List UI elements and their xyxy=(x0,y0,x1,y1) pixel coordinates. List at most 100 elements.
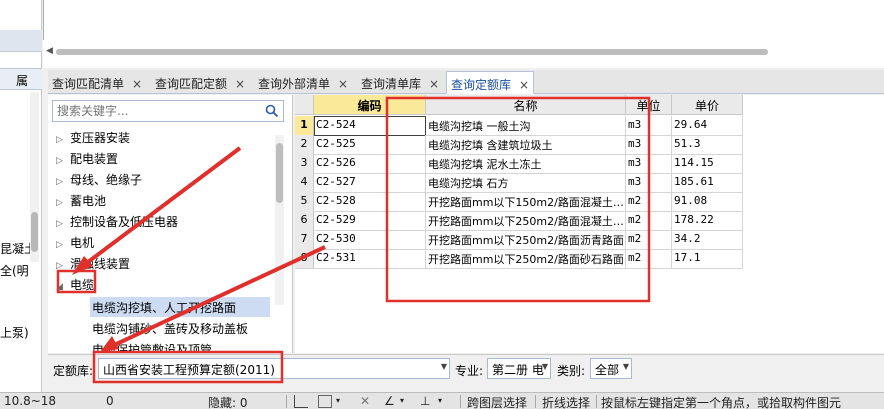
cell-name[interactable]: 电缆沟挖填 含建筑垃圾土 xyxy=(426,135,626,155)
cell-code[interactable]: C2-529 xyxy=(314,211,426,231)
cell-unit[interactable]: m3 xyxy=(626,135,672,155)
cell-code[interactable]: C2-525 xyxy=(314,135,426,155)
tree-child-cable-trench-dig[interactable]: 电缆沟挖填、人工开挖路面 xyxy=(90,297,270,317)
close-icon[interactable]: × xyxy=(338,77,348,91)
cell-code[interactable]: C2-526 xyxy=(314,154,426,174)
cell-unit[interactable]: m3 xyxy=(626,154,672,174)
tree-item-busbar[interactable]: ▷ 母线、绝缘子 xyxy=(56,171,142,191)
search-input[interactable] xyxy=(53,101,259,121)
row-number[interactable]: 2 xyxy=(295,135,314,155)
expand-triangle-icon[interactable]: ▷ xyxy=(56,135,70,145)
row-number[interactable]: 4 xyxy=(295,173,314,193)
cell-price[interactable]: 114.15 xyxy=(672,154,743,174)
collapse-triangle-icon[interactable]: ◢ xyxy=(56,282,70,292)
cell-unit[interactable]: m2 xyxy=(626,211,672,231)
cell-name[interactable]: 开挖路面mm以下250m2/路面沥青路面 xyxy=(426,230,626,250)
span-layer-select-toggle[interactable]: 跨图层选择 xyxy=(467,394,527,409)
cell-code[interactable]: C2-530 xyxy=(314,230,426,250)
chevron-down-icon[interactable]: ▼ xyxy=(542,362,548,371)
cell-name[interactable]: 开挖路面mm以下150m2/路面混凝土… xyxy=(426,192,626,212)
cell-price[interactable]: 178.22 xyxy=(672,211,743,231)
tree-scrollbar[interactable] xyxy=(275,135,284,305)
left-strip-scroll-thumb[interactable] xyxy=(31,212,38,252)
cell-price[interactable]: 17.1 xyxy=(672,249,743,269)
row-number[interactable]: 7 xyxy=(295,230,314,250)
column-header-code[interactable]: 编码 xyxy=(314,95,426,115)
close-icon[interactable]: × xyxy=(235,77,245,91)
cell-name[interactable]: 电缆沟挖填 泥水土冻土 xyxy=(426,154,626,174)
tree-item-battery[interactable]: ▷ 蓄电池 xyxy=(56,192,106,212)
tab-match-bill[interactable]: 查询匹配清单 × xyxy=(48,71,146,94)
cell-name[interactable]: 开挖路面mm以下250m2/路面砂石路面 xyxy=(426,249,626,269)
category-select[interactable]: 全部 ▼ xyxy=(590,358,632,379)
tree-item-transformer[interactable]: ▷ 变压器安装 xyxy=(56,129,130,149)
tree-child-cable-trench-sand[interactable]: 电缆沟铺砂、盖砖及移动盖板 xyxy=(90,318,250,338)
row-number[interactable]: 8 xyxy=(295,249,314,269)
close-icon[interactable]: × xyxy=(519,78,529,92)
row-number[interactable]: 1 xyxy=(295,116,314,136)
cell-price[interactable]: 51.3 xyxy=(672,135,743,155)
cell-price[interactable]: 91.08 xyxy=(672,192,743,212)
cell-code[interactable]: C2-531 xyxy=(314,249,426,269)
tree-item-distribution[interactable]: ▷ 配电装置 xyxy=(56,150,118,170)
close-icon[interactable]: × xyxy=(132,77,142,91)
cell-unit[interactable]: m2 xyxy=(626,249,672,269)
expand-triangle-icon[interactable]: ▷ xyxy=(56,219,70,229)
tree-child-cable-conduit[interactable]: 电缆保护管敷设及顶管 xyxy=(90,339,214,353)
column-header-price[interactable]: 单价 xyxy=(672,95,743,115)
cell-unit[interactable]: m2 xyxy=(626,230,672,250)
chevron-down-icon[interactable]: ▾ xyxy=(400,396,404,405)
tree-item-trolley-wire[interactable]: ▷ 滑触线装置 xyxy=(56,255,130,275)
row-number[interactable]: 6 xyxy=(295,211,314,231)
chevron-down-icon[interactable]: ▼ xyxy=(623,362,629,371)
cell-name[interactable]: 电缆沟挖填 一般土沟 xyxy=(426,116,626,136)
tab-external-bill[interactable]: 查询外部清单 × xyxy=(254,71,352,94)
specialty-select[interactable]: 第二册 电 ▼ xyxy=(487,358,551,379)
close-icon[interactable]: × xyxy=(429,77,439,91)
cell-name[interactable]: 电缆沟挖填 石方 xyxy=(426,173,626,193)
cell-unit[interactable]: m3 xyxy=(626,173,672,193)
search-icon[interactable] xyxy=(265,104,279,118)
expand-triangle-icon[interactable]: ▷ xyxy=(56,198,70,208)
row-number[interactable]: 5 xyxy=(295,192,314,212)
tab-match-quota[interactable]: 查询匹配定额 × xyxy=(151,71,249,94)
scroll-thumb[interactable] xyxy=(56,49,768,55)
cell-code[interactable]: C2-528 xyxy=(314,192,426,212)
tab-bill-library[interactable]: 查询清单库 × xyxy=(357,71,443,94)
horizontal-scrollbar[interactable]: ◀ xyxy=(46,46,768,58)
cross-icon[interactable]: ✕ xyxy=(360,394,370,408)
tab-quota-library[interactable]: 查询定额库 × xyxy=(446,71,535,94)
angle-snap-icon[interactable]: ∠ xyxy=(384,394,395,408)
search-box[interactable] xyxy=(52,100,284,122)
cell-price[interactable]: 185.61 xyxy=(672,173,743,193)
expand-triangle-icon[interactable]: ▷ xyxy=(56,261,70,271)
cell-code[interactable]: C2-524 xyxy=(314,116,426,136)
chevron-down-icon[interactable]: ▼ xyxy=(441,362,447,371)
ortho-mode-icon[interactable] xyxy=(294,395,308,408)
cell-price[interactable]: 34.2 xyxy=(672,230,743,250)
row-number[interactable]: 3 xyxy=(295,154,314,174)
column-header-unit[interactable]: 单位 xyxy=(626,95,672,115)
tree-scroll-thumb[interactable] xyxy=(276,143,283,203)
cell-code[interactable]: C2-527 xyxy=(314,173,426,193)
expand-triangle-icon[interactable]: ▷ xyxy=(56,156,70,166)
column-header-name[interactable]: 名称 xyxy=(426,95,626,115)
cell-unit[interactable]: m2 xyxy=(626,192,672,212)
expand-triangle-icon[interactable]: ▷ xyxy=(56,240,70,250)
tree-item-control-equipment[interactable]: ▷ 控制设备及低压电器 xyxy=(56,213,178,233)
tree-item-cable[interactable]: ◢ 电缆 xyxy=(56,276,94,296)
chevron-down-icon[interactable]: ▾ xyxy=(336,396,340,405)
chevron-down-icon[interactable]: ▾ xyxy=(438,396,442,405)
grid-corner[interactable] xyxy=(295,95,314,115)
cell-unit[interactable]: m3 xyxy=(626,116,672,136)
library-select[interactable]: 山西省安装工程预算定额(2011) ▼ xyxy=(98,358,450,379)
cell-name[interactable]: 开挖路面mm以下250m2/路面混凝土… xyxy=(426,211,626,231)
tree-item-motor[interactable]: ▷ 电机 xyxy=(56,234,94,254)
snap-box-icon[interactable] xyxy=(318,395,332,408)
expand-triangle-icon[interactable]: ▷ xyxy=(56,177,70,187)
left-strip-scrollbar[interactable] xyxy=(30,92,39,262)
offset-icon[interactable]: ⊥ xyxy=(420,394,430,408)
scroll-left-arrow-icon[interactable]: ◀ xyxy=(46,46,53,56)
cell-price[interactable]: 29.64 xyxy=(672,116,743,136)
polyline-select-toggle[interactable]: 折线选择 xyxy=(542,394,590,409)
